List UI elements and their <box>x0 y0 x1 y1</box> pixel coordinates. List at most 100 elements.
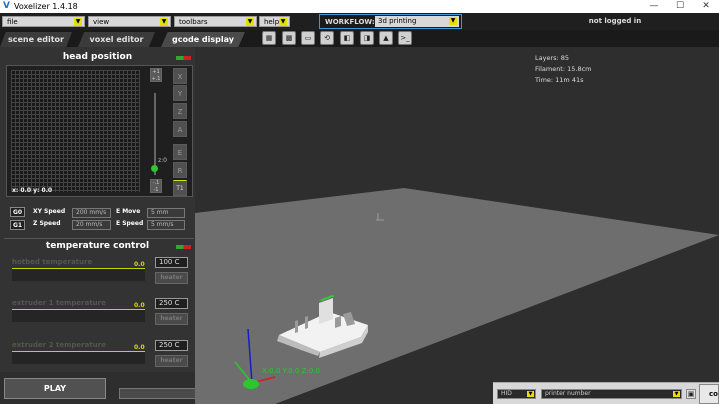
terminal-icon[interactable]: >_ <box>398 31 412 45</box>
temperature-graph <box>12 309 145 322</box>
chevron-down-icon: ▼ <box>449 17 457 25</box>
minimize-button[interactable]: — <box>641 0 667 13</box>
temp-name: hotbed temperature <box>12 258 93 266</box>
print-bed-render <box>195 188 719 404</box>
chevron-down-icon: ▼ <box>74 18 82 26</box>
tab-label: gcode display <box>172 35 234 44</box>
temperature-status-indicator[interactable] <box>176 245 191 249</box>
temp-name: extruder 2 temperature <box>12 341 106 349</box>
axis-r-button[interactable]: R <box>173 162 187 178</box>
print-time: Time: 11m 41s <box>535 76 584 84</box>
temp-name: extruder 1 temperature <box>12 299 106 307</box>
chevron-down-icon: ▼ <box>160 18 168 26</box>
menu-label: file <box>7 18 18 26</box>
temp-value: 0.0 <box>134 261 145 268</box>
play-button[interactable]: PLAY <box>4 378 106 399</box>
g1-button[interactable]: G1 <box>10 220 25 230</box>
printer-number-placeholder: printer number <box>545 390 591 397</box>
workflow-box: WORKFLOW: 3d printing ▼ <box>319 14 462 29</box>
temp-value: 0.0 <box>134 302 145 309</box>
temperature-graph <box>12 268 145 281</box>
tab-label: scene editor <box>8 35 64 44</box>
z-label: z:0 <box>158 157 167 164</box>
code-icon[interactable]: ▭ <box>301 31 315 45</box>
workflow-label: WORKFLOW: <box>325 18 375 26</box>
login-status: not logged in <box>588 17 642 25</box>
g0-button[interactable]: G0 <box>10 207 25 217</box>
z-step-up-button[interactable]: +1 +.1 <box>150 68 162 82</box>
e-move-label: E Move <box>116 208 141 215</box>
extruder1-temperature-row: extruder 1 temperature 0.0 250 C heater <box>6 298 188 334</box>
tab-scene-editor[interactable]: scene editor <box>0 32 72 47</box>
tool-select-button[interactable]: T1 <box>173 180 187 196</box>
z-slider-handle[interactable] <box>151 165 158 172</box>
z-speed-input[interactable]: 20 mm/s <box>72 220 111 230</box>
extruder2-target-input[interactable]: 250 C <box>155 340 188 351</box>
e-speed-label: E Speed <box>116 220 144 227</box>
axis-y-button[interactable]: Y <box>173 85 187 101</box>
workflow-select[interactable]: 3d printing ▼ <box>375 16 459 27</box>
title-bar: V Voxelizer 1.4.18 — ☐ ✕ <box>0 0 719 13</box>
menu-label: view <box>93 18 110 26</box>
chevron-down-icon: ▼ <box>279 18 287 26</box>
e-speed-input[interactable]: 5 mm/s <box>147 220 185 230</box>
head-position-title: head position <box>62 52 133 62</box>
left-panel: head position x: 0.0 y: 0.0 +1 +.1 -.1 -… <box>0 47 195 372</box>
menu-label: help <box>264 18 280 26</box>
chevron-down-icon: ▼ <box>527 391 534 397</box>
xy-readout: x: 0.0 y: 0.0 <box>12 187 53 194</box>
maximize-button[interactable]: ☐ <box>667 0 693 13</box>
menu-bar: file ▼ view ▼ toolbars ▼ help ▼ WORKFLOW: 3d… <box>0 13 719 30</box>
tab-gcode-display[interactable]: gcode display <box>161 32 245 47</box>
close-window-button[interactable]: ✕ <box>693 0 719 13</box>
menu-help[interactable]: help ▼ <box>259 16 290 27</box>
shape-icon[interactable]: ▲ <box>379 31 393 45</box>
section-divider <box>4 238 194 239</box>
xy-speed-input[interactable]: 200 mm/s <box>72 208 111 218</box>
chevron-down-icon: ▼ <box>246 18 254 26</box>
head-position-box: x: 0.0 y: 0.0 +1 +.1 -.1 -1 X Y Z A E R … <box>6 65 193 197</box>
chevron-down-icon: ▼ <box>673 391 680 397</box>
axis-a-button[interactable]: A <box>173 121 187 137</box>
menu-toolbars[interactable]: toolbars ▼ <box>174 16 257 27</box>
axis-e-button[interactable]: E <box>173 144 187 160</box>
hotbed-temperature-row: hotbed temperature 0.0 100 C heater <box>6 257 188 293</box>
slice-alt-icon[interactable]: ◨ <box>360 31 374 45</box>
xy-jog-grid[interactable] <box>11 70 140 192</box>
window-title: Voxelizer 1.4.18 <box>14 2 78 11</box>
extruder2-heater-button[interactable]: heater <box>155 355 188 367</box>
z-speed-label: Z Speed <box>33 220 61 227</box>
axis-x-button[interactable]: X <box>173 68 187 84</box>
tab-voxel-editor[interactable]: voxel editor <box>78 32 155 47</box>
save-icon[interactable]: ▣ <box>686 389 696 399</box>
e-move-input[interactable]: 5 mm <box>147 208 185 218</box>
menu-view[interactable]: view ▼ <box>88 16 171 27</box>
panel-status-indicator[interactable] <box>176 56 191 60</box>
extruder2-temperature-row: extruder 2 temperature 0.0 250 C heater <box>6 340 188 376</box>
coordinates-readout: X:0.0 Y:0.0 Z:0.0 <box>262 367 320 375</box>
rotate-icon[interactable]: ⟲ <box>320 31 334 45</box>
layers-count: Layers: 85 <box>535 54 570 62</box>
menu-file[interactable]: file ▼ <box>2 16 85 27</box>
gcode-3d-viewport[interactable]: Layers: 85 Filament: 15.8cm Time: 11m 41… <box>195 47 719 404</box>
axis-z-button[interactable]: Z <box>173 103 187 119</box>
z-slider-track[interactable] <box>154 93 156 175</box>
temp-value: 0.0 <box>134 344 145 351</box>
slice-icon[interactable]: ◧ <box>340 31 354 45</box>
grid-icon[interactable]: ▩ <box>282 31 296 45</box>
xy-speed-label: XY Speed <box>33 208 66 215</box>
temperature-graph <box>12 351 145 364</box>
connection-type-select[interactable]: HID ▼ <box>497 389 536 399</box>
connect-button[interactable]: co <box>699 384 719 404</box>
filament-length: Filament: 15.8cm <box>535 65 592 73</box>
stl-icon[interactable]: ▦ <box>262 31 276 45</box>
printer-number-select[interactable]: printer number ▼ <box>541 389 682 399</box>
tab-row: scene editor voxel editor gcode display … <box>0 30 719 47</box>
temperature-control-title: temperature control <box>45 241 150 251</box>
hotbed-heater-button[interactable]: heater <box>155 272 188 284</box>
connection-type-value: HID <box>501 390 512 397</box>
hotbed-target-input[interactable]: 100 C <box>155 257 188 268</box>
extruder1-target-input[interactable]: 250 C <box>155 298 188 309</box>
z-step-down-button[interactable]: -.1 -1 <box>150 179 162 193</box>
extruder1-heater-button[interactable]: heater <box>155 313 188 325</box>
